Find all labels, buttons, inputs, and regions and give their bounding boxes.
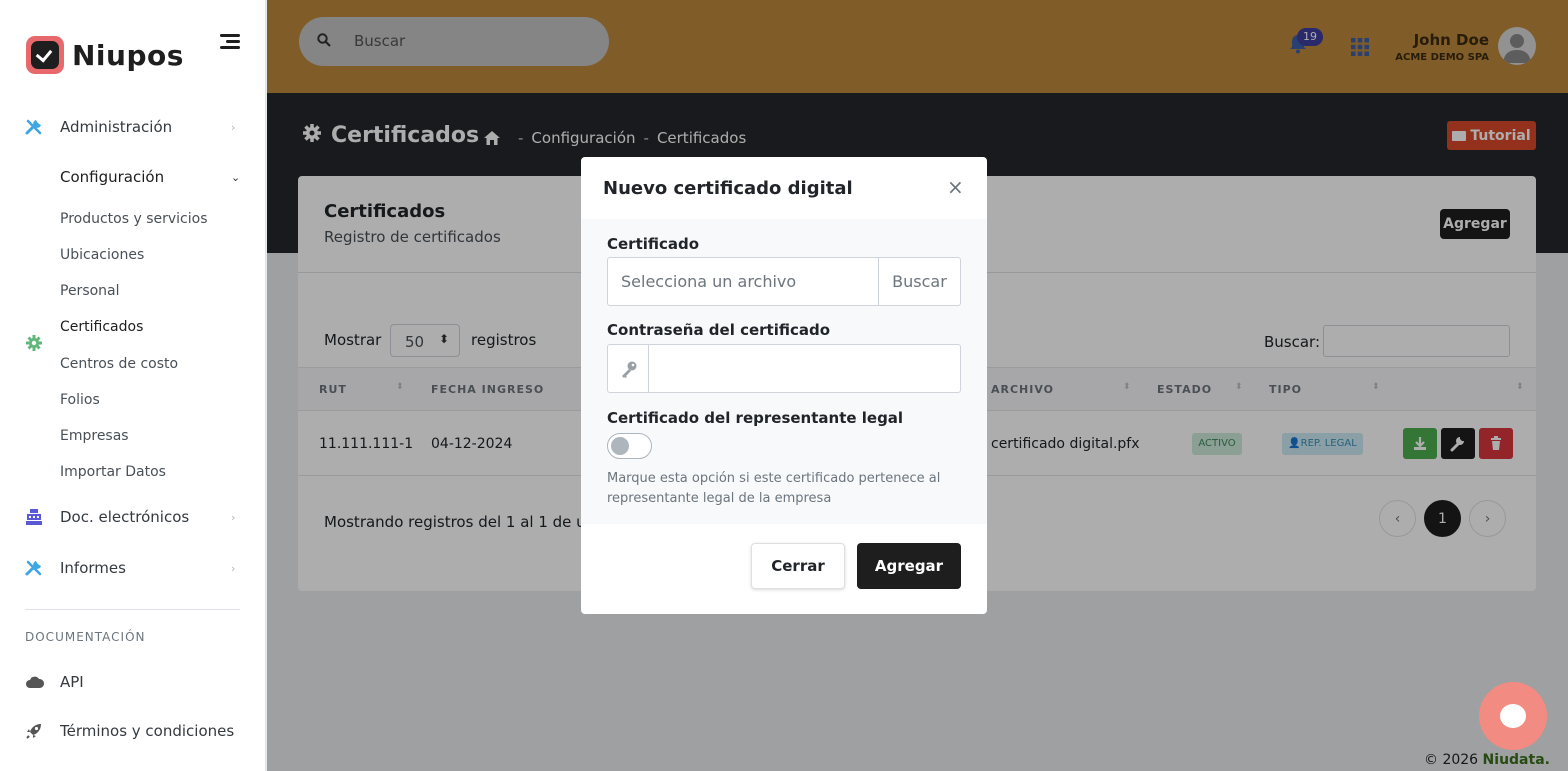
brand[interactable]: Niupos (26, 36, 184, 74)
sidebar-subitem-empresas[interactable]: Empresas (60, 428, 129, 444)
section-title-documentacion: DOCUMENTACIÓN (25, 630, 146, 644)
cash-register-icon (26, 509, 42, 525)
niupos-logo-icon (26, 36, 64, 74)
password-addon (608, 345, 649, 392)
certificate-label: Certificado (607, 235, 700, 253)
chevron-right-icon: › (231, 510, 236, 524)
gear-icon (26, 335, 42, 351)
sidebar-subitem-productos[interactable]: Productos y servicios (60, 211, 208, 227)
chat-bubble-icon[interactable] (1479, 682, 1547, 750)
cloud-icon (26, 676, 45, 688)
sidebar: Niupos Administración › Configuración ⌄ … (0, 0, 266, 771)
modal-title: Nuevo certificado digital (603, 178, 853, 199)
sidebar-item-informes[interactable]: Informes › (0, 553, 266, 583)
certificate-file-input[interactable]: Selecciona un archivo Buscar (607, 257, 961, 306)
sidebar-subitem-folios[interactable]: Folios (60, 392, 100, 408)
sidebar-subitem-centros-costo[interactable]: Centros de costo (60, 356, 178, 372)
legal-rep-label: Certificado del representante legal (607, 409, 904, 427)
key-icon (622, 361, 637, 378)
menu-toggle-icon[interactable] (220, 34, 240, 50)
rocket-icon (26, 724, 41, 739)
tools-icon (25, 119, 42, 135)
submit-add-button[interactable]: Agregar (857, 543, 961, 589)
sidebar-item-api[interactable]: API (0, 667, 266, 697)
sidebar-divider (25, 609, 240, 610)
file-placeholder: Selecciona un archivo (621, 272, 797, 291)
sidebar-subitem-certificados[interactable]: Certificados (60, 319, 143, 335)
legal-rep-toggle[interactable] (607, 433, 652, 459)
chevron-right-icon: › (231, 561, 236, 575)
cancel-button[interactable]: Cerrar (751, 543, 845, 589)
browse-button[interactable]: Buscar (878, 258, 960, 305)
sidebar-item-configuracion[interactable]: Configuración ⌄ (0, 162, 266, 351)
sidebar-subitem-importar[interactable]: Importar Datos (60, 464, 166, 480)
chevron-right-icon: › (231, 120, 236, 134)
sidebar-item-administracion[interactable]: Administración › (0, 112, 266, 142)
brand-name: Niupos (72, 38, 184, 72)
password-label: Contraseña del certificado (607, 321, 831, 339)
chevron-down-icon: ⌄ (231, 170, 241, 184)
sidebar-subitem-personal[interactable]: Personal (60, 283, 120, 299)
close-icon[interactable]: × (947, 175, 964, 199)
tools-icon (25, 560, 42, 576)
password-field[interactable] (607, 344, 961, 393)
new-certificate-modal: Nuevo certificado digital × Certificado … (581, 157, 987, 614)
sidebar-item-terminos[interactable]: Términos y condiciones (0, 716, 266, 746)
sidebar-item-doc-electronicos[interactable]: Doc. electrónicos › (0, 502, 266, 532)
legal-rep-help: Marque esta opción si este certificado p… (607, 471, 941, 506)
sidebar-subitem-ubicaciones[interactable]: Ubicaciones (60, 247, 144, 263)
